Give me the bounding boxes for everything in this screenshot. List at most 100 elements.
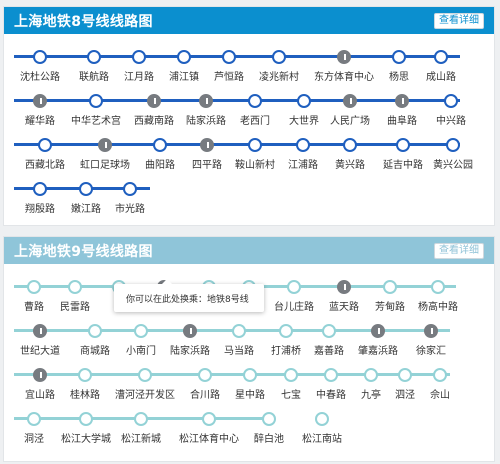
transfer-station-icon[interactable] — [371, 324, 385, 338]
station-dot-icon[interactable] — [38, 138, 52, 152]
line8-detail-button[interactable]: 查看详细 — [434, 12, 484, 29]
transfer-station-icon[interactable] — [337, 280, 351, 294]
station-label[interactable]: 四平路 — [192, 156, 222, 171]
station-label[interactable]: 桂林路 — [70, 386, 100, 401]
station-dot-icon[interactable] — [444, 94, 458, 108]
station-dot-icon[interactable] — [198, 368, 212, 382]
station-label[interactable]: 杨思 — [389, 68, 409, 83]
transfer-station-icon[interactable] — [424, 324, 438, 338]
station-label[interactable]: 民雷路 — [60, 298, 90, 313]
station-label[interactable]: 耀华路 — [25, 112, 55, 127]
station-label[interactable]: 西藏南路 — [134, 112, 174, 127]
station-label[interactable]: 黄兴路 — [335, 156, 365, 171]
station-dot-icon[interactable] — [343, 138, 357, 152]
station-dot-icon[interactable] — [322, 324, 336, 338]
transfer-station-icon[interactable] — [395, 94, 409, 108]
station-dot-icon[interactable] — [33, 50, 47, 64]
station-label[interactable]: 小南门 — [126, 342, 156, 357]
station-label[interactable]: 宜山路 — [25, 386, 55, 401]
station-label[interactable]: 合川路 — [190, 386, 220, 401]
station-label[interactable]: 佘山 — [430, 386, 450, 401]
station-dot-icon[interactable] — [383, 280, 397, 294]
station-label[interactable]: 芦恒路 — [214, 68, 244, 83]
station-label[interactable]: 中兴路 — [436, 112, 466, 127]
station-dot-icon[interactable] — [434, 50, 448, 64]
station-dot-icon[interactable] — [89, 94, 103, 108]
station-label[interactable]: 鞍山新村 — [235, 156, 275, 171]
station-dot-icon[interactable] — [272, 50, 286, 64]
station-dot-icon[interactable] — [153, 138, 167, 152]
station-label[interactable]: 江月路 — [124, 68, 154, 83]
transfer-station-icon[interactable] — [337, 50, 351, 64]
station-dot-icon[interactable] — [446, 138, 460, 152]
station-label[interactable]: 江浦路 — [288, 156, 318, 171]
station-label[interactable]: 星中路 — [235, 386, 265, 401]
station-label[interactable]: 蓝天路 — [329, 298, 359, 313]
station-dot-icon[interactable] — [27, 412, 41, 426]
station-label[interactable]: 九亭 — [361, 386, 381, 401]
station-dot-icon[interactable] — [364, 368, 378, 382]
station-dot-icon[interactable] — [433, 368, 447, 382]
station-label[interactable]: 芳甸路 — [375, 298, 405, 313]
station-dot-icon[interactable] — [431, 280, 445, 294]
station-dot-icon[interactable] — [138, 368, 152, 382]
station-label[interactable]: 洞泾 — [24, 430, 44, 445]
station-dot-icon[interactable] — [279, 324, 293, 338]
transfer-station-icon[interactable] — [147, 94, 161, 108]
station-label[interactable]: 凌兆新村 — [259, 68, 299, 83]
station-label[interactable]: 打浦桥 — [271, 342, 301, 357]
station-label[interactable]: 中春路 — [316, 386, 346, 401]
station-dot-icon[interactable] — [27, 280, 41, 294]
transfer-station-icon[interactable] — [33, 94, 47, 108]
station-label[interactable]: 翔殷路 — [25, 200, 55, 215]
station-dot-icon[interactable] — [88, 324, 102, 338]
station-dot-icon[interactable] — [134, 412, 148, 426]
station-label[interactable]: 嘉善路 — [314, 342, 344, 357]
station-label[interactable]: 七宝 — [281, 386, 301, 401]
station-label[interactable]: 商城路 — [80, 342, 110, 357]
station-dot-icon[interactable] — [222, 50, 236, 64]
station-label[interactable]: 曲阳路 — [145, 156, 175, 171]
station-label[interactable]: 漕河泾开发区 — [115, 386, 175, 401]
station-label[interactable]: 黄兴公园 — [433, 156, 473, 171]
station-dot-icon[interactable] — [324, 368, 338, 382]
transfer-station-icon[interactable] — [33, 368, 47, 382]
station-label[interactable]: 老西门 — [240, 112, 270, 127]
station-dot-icon[interactable] — [315, 412, 329, 426]
station-label[interactable]: 沈杜公路 — [20, 68, 60, 83]
station-dot-icon[interactable] — [297, 94, 311, 108]
station-dot-icon[interactable] — [68, 280, 82, 294]
station-label[interactable]: 市光路 — [115, 200, 145, 215]
station-label[interactable]: 虹口足球场 — [80, 156, 130, 171]
station-dot-icon[interactable] — [33, 182, 47, 196]
station-dot-icon[interactable] — [202, 412, 216, 426]
station-label[interactable]: 曹路 — [24, 298, 44, 313]
transfer-station-icon[interactable] — [183, 324, 197, 338]
station-dot-icon[interactable] — [177, 50, 191, 64]
station-label[interactable]: 台儿庄路 — [274, 298, 314, 313]
station-label[interactable]: 浦江镇 — [169, 68, 199, 83]
transfer-station-icon[interactable] — [200, 138, 214, 152]
station-label[interactable]: 大世界 — [289, 112, 319, 127]
line9-detail-button[interactable]: 查看详细 — [434, 242, 484, 259]
station-label[interactable]: 杨高中路 — [418, 298, 458, 313]
station-dot-icon[interactable] — [134, 324, 148, 338]
station-dot-icon[interactable] — [284, 368, 298, 382]
station-dot-icon[interactable] — [79, 412, 93, 426]
station-label[interactable]: 延吉中路 — [383, 156, 423, 171]
station-label[interactable]: 醉白池 — [254, 430, 284, 445]
station-label[interactable]: 陆家浜路 — [170, 342, 210, 357]
transfer-station-icon[interactable] — [343, 94, 357, 108]
transfer-station-icon[interactable] — [199, 94, 213, 108]
station-label[interactable]: 人民广场 — [330, 112, 370, 127]
station-dot-icon[interactable] — [248, 138, 262, 152]
station-dot-icon[interactable] — [392, 50, 406, 64]
station-label[interactable]: 肇嘉浜路 — [358, 342, 398, 357]
station-label[interactable]: 陆家浜路 — [186, 112, 226, 127]
station-label[interactable]: 松江大学城 — [61, 430, 111, 445]
station-dot-icon[interactable] — [78, 368, 92, 382]
station-dot-icon[interactable] — [232, 324, 246, 338]
station-dot-icon[interactable] — [287, 280, 301, 294]
transfer-station-icon[interactable] — [98, 138, 112, 152]
station-label[interactable]: 成山路 — [426, 68, 456, 83]
